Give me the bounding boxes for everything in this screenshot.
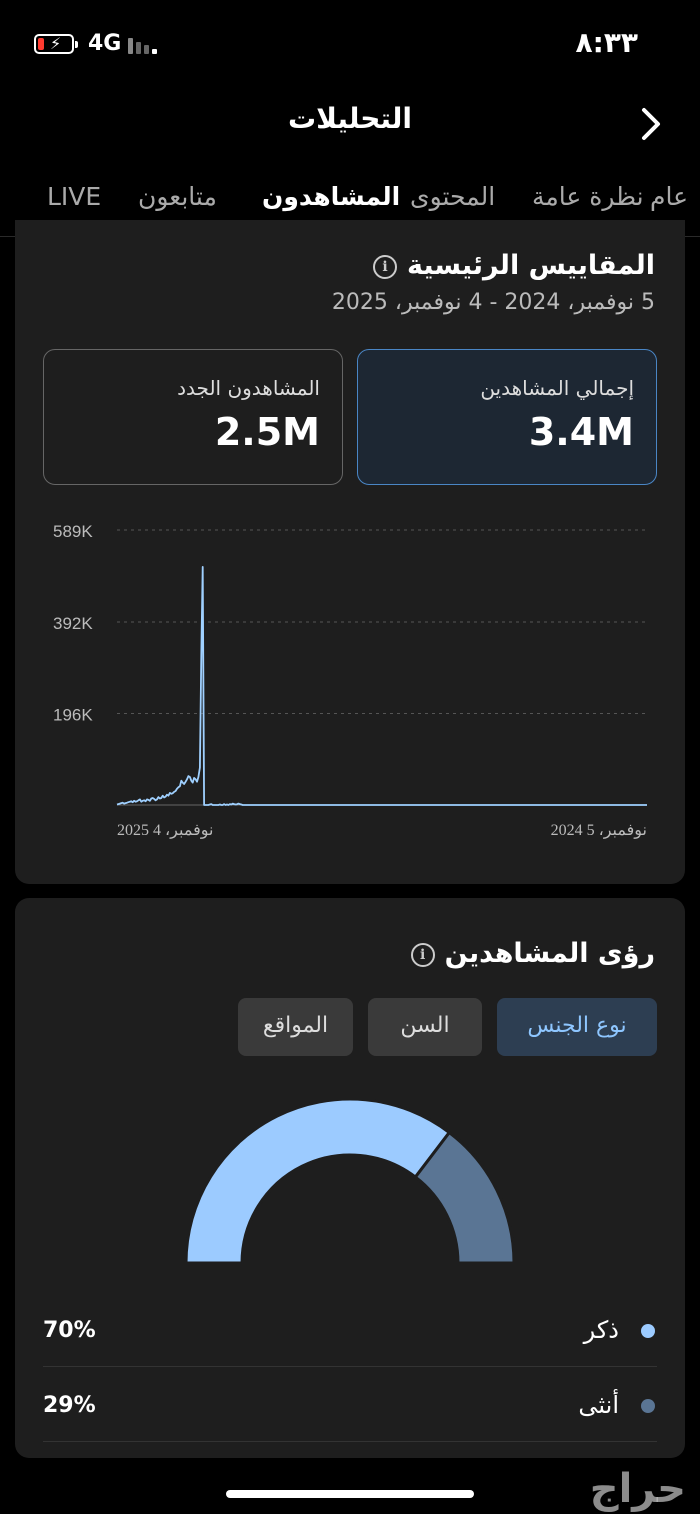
watermark-logo: حراج: [589, 1466, 686, 1512]
date-range: 5 نوفمبر، 2024 - 4 نوفمبر، 2025: [331, 290, 655, 315]
tab-general[interactable]: عام: [650, 182, 688, 211]
segment-age[interactable]: السن: [368, 998, 482, 1056]
battery-charging-icon: ⚡: [34, 34, 78, 54]
chevron-right-icon[interactable]: [630, 104, 670, 144]
male-label: ذكر: [583, 1316, 619, 1344]
total-viewers-value: 3.4M: [528, 410, 634, 454]
new-viewers-card[interactable]: المشاهدون الجدد 2.5M: [43, 349, 343, 485]
female-legend-dot: [641, 1399, 655, 1413]
x-tick-label: نوفمبر، 5 2024: [551, 822, 647, 839]
gender-row-male: 70% ذكر: [43, 1298, 657, 1366]
x-tick-label: نوفمبر، 4 2025: [117, 822, 213, 839]
audience-insights-title: رؤى المشاهدينi: [410, 938, 655, 969]
network-type: 4G: [88, 31, 122, 56]
tab-followers[interactable]: متابعون: [138, 182, 217, 211]
total-viewers-card[interactable]: إجمالي المشاهدين 3.4M: [357, 349, 657, 485]
gender-row-female: 29% أنثى: [43, 1373, 657, 1441]
legend-divider: [43, 1441, 657, 1442]
series-line: [116, 566, 647, 806]
tab-viewers[interactable]: المشاهدون: [262, 182, 400, 211]
y-tick-label: 392K: [53, 614, 93, 633]
info-icon[interactable]: i: [372, 254, 397, 279]
home-indicator[interactable]: [226, 1490, 474, 1498]
tab-overview[interactable]: نظرة عامة: [532, 182, 644, 211]
male-legend-dot: [641, 1324, 655, 1338]
status-time: ٨:٣٣: [575, 26, 638, 59]
tab-live[interactable]: LIVE: [47, 182, 101, 211]
header: التحليلات: [0, 90, 700, 160]
tab-content[interactable]: المحتوى: [410, 182, 495, 211]
total-viewers-label: إجمالي المشاهدين: [480, 376, 634, 400]
segment-locations[interactable]: المواقع: [238, 998, 353, 1056]
y-tick-label: 589K: [53, 522, 93, 541]
status-bar: ⚡ 4G ٨:٣٣: [0, 0, 700, 90]
viewers-line-chart: 589K 392K 196K نوفمبر، 5 2024 نوفمبر، 4 2025: [53, 522, 647, 839]
signal-strength-icon: [128, 36, 164, 54]
male-percent: 70%: [43, 1318, 96, 1343]
audience-insights-card: رؤى المشاهدينi نوع الجنس السن المواقع 70…: [15, 898, 685, 1458]
gender-gauge-chart: [184, 1097, 516, 1265]
page-title: التحليلات: [288, 102, 412, 135]
female-percent: 29%: [43, 1393, 96, 1418]
new-viewers-label: المشاهدون الجدد: [177, 376, 320, 400]
segment-gender[interactable]: نوع الجنس: [497, 998, 657, 1056]
gauge-segment-male: [184, 1097, 452, 1265]
y-tick-label: 196K: [53, 705, 93, 724]
new-viewers-value: 2.5M: [214, 410, 320, 454]
key-metrics-card: المقاييس الرئيسيةi 5 نوفمبر، 2024 - 4 نو…: [15, 220, 685, 884]
key-metrics-title: المقاييس الرئيسيةi: [372, 250, 655, 281]
info-icon[interactable]: i: [410, 942, 435, 967]
female-label: أنثى: [578, 1391, 619, 1419]
analytics-screen: ⚡ 4G ٨:٣٣ التحليلات عام نظرة عامة المحتو…: [0, 0, 700, 1514]
legend-divider: [43, 1366, 657, 1367]
